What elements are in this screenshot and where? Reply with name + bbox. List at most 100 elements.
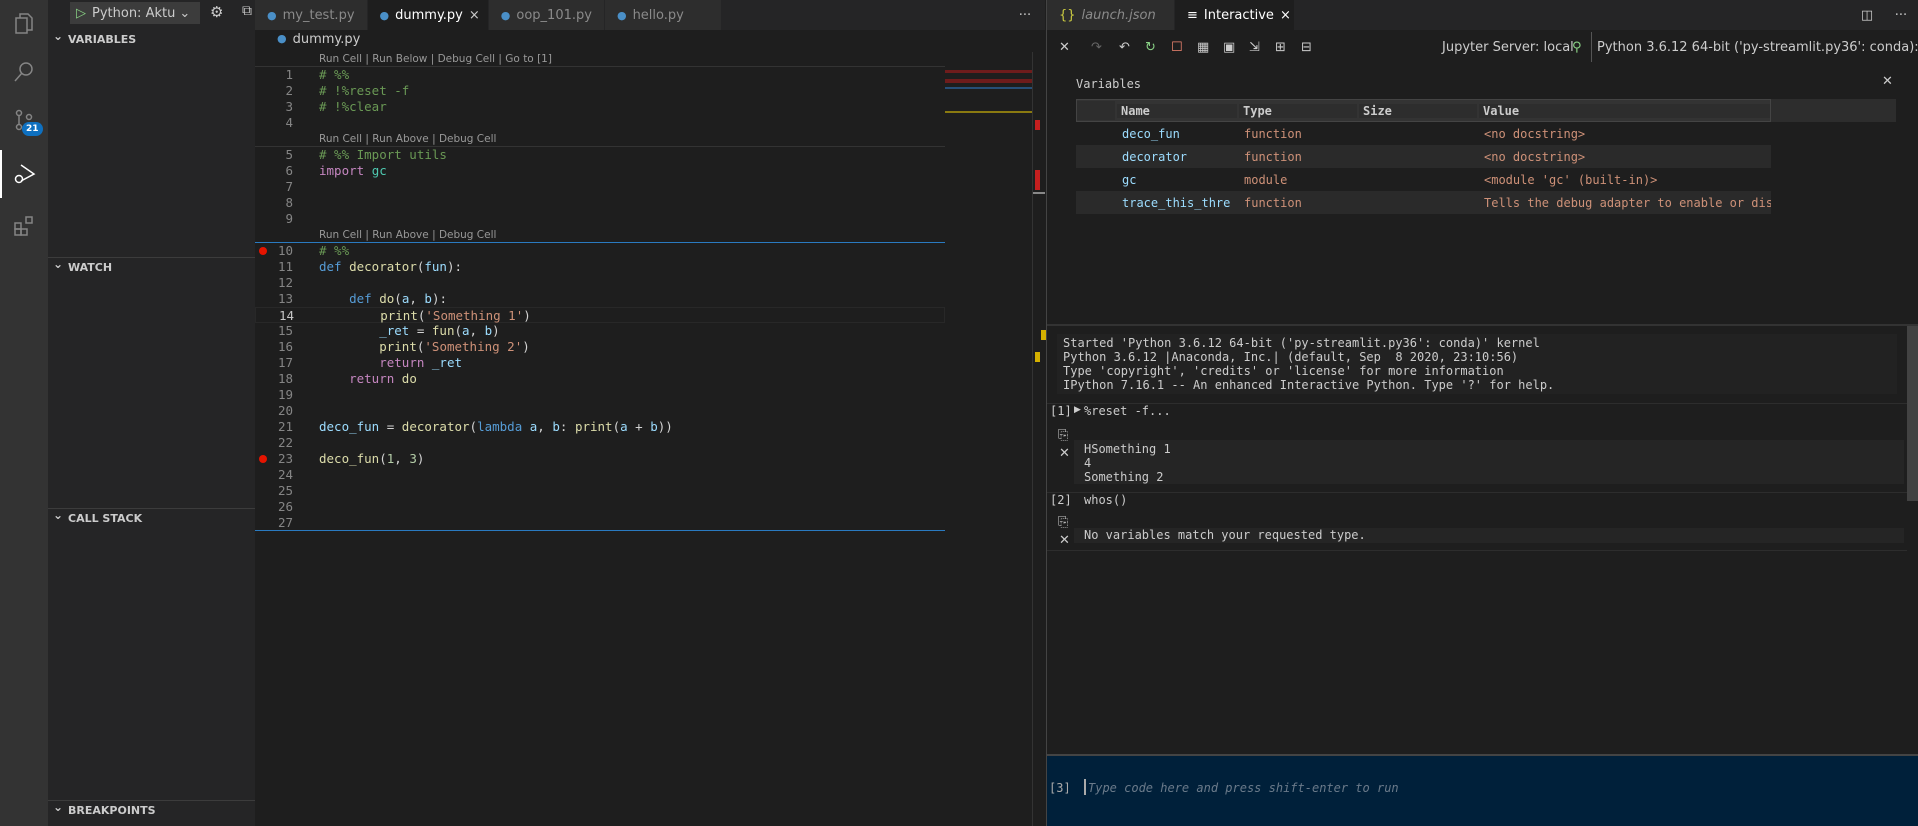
code-lens: Run Cell | Run Below | Debug Cell | Go t… (255, 51, 945, 67)
line-number: 9 (285, 211, 293, 226)
code-lens: Run Cell | Run Above | Debug Cell (255, 227, 945, 243)
code-line: 23 deco_fun(1, 3) (255, 451, 945, 467)
close-icon[interactable]: × (1280, 8, 1291, 23)
col-name[interactable]: Name (1117, 103, 1237, 118)
goto-code-icon[interactable]: ⎘ (1058, 428, 1068, 443)
code-token: do (401, 371, 417, 386)
cell-input: whos() (1084, 493, 1128, 507)
tab-dummy[interactable]: ● dummy.py × (367, 0, 489, 30)
tab-my-test[interactable]: ● my_test.py (255, 0, 368, 30)
col-type[interactable]: Type (1239, 103, 1357, 118)
code-token: _ret (431, 355, 463, 370)
code-token: print (574, 419, 613, 434)
redo-icon[interactable]: ↷ (1091, 40, 1102, 55)
variables-icon[interactable]: ▦ (1197, 40, 1209, 55)
var-name: deco_fun (1122, 126, 1180, 141)
source-control-icon[interactable]: 21 (0, 96, 48, 144)
code-token: , (409, 291, 425, 306)
line-number: 13 (277, 291, 293, 306)
code-token: def (349, 291, 372, 306)
code-token: return (379, 355, 425, 370)
code-token: fun (431, 323, 455, 338)
code-token: , (394, 451, 410, 466)
code-token: print (379, 339, 417, 354)
col-size[interactable]: Size (1359, 103, 1477, 118)
code-input-area[interactable]: [3] Type code here and press shift-enter… (1047, 756, 1918, 826)
extensions-icon[interactable] (0, 202, 48, 250)
tab-launch-json[interactable]: {} launch.json (1047, 0, 1175, 30)
collapse-all-icon[interactable]: ⊟ (1301, 40, 1312, 55)
split-editor-icon[interactable]: ◫ (1850, 0, 1884, 30)
interrupt-kernel-icon[interactable]: ☐ (1171, 40, 1183, 55)
close-variables-icon[interactable]: ✕ (1882, 74, 1893, 89)
var-name: decorator (1122, 149, 1188, 164)
editor-tabs: ● my_test.py ● dummy.py × ● oop_101.py ● hell… (255, 0, 1045, 30)
code-lens-actions[interactable]: Run Cell | Run Above | Debug Cell (319, 131, 496, 147)
kernel-status[interactable]: Python 3.6.12 64-bit ('py-streamlit.py36… (1597, 40, 1918, 55)
expand-icon[interactable]: ▶ (1074, 405, 1081, 415)
tab-oop-101[interactable]: ● oop_101.py (488, 0, 605, 30)
code-lens-actions[interactable]: Run Cell | Run Below | Debug Cell | Go t… (319, 51, 552, 67)
debug-console-icon[interactable]: ⧉ (242, 3, 252, 19)
goto-code-icon[interactable]: ⎘ (1058, 515, 1068, 530)
variable-row[interactable]: deco_fun function <no docstring> (1076, 122, 1771, 145)
save-icon[interactable]: ▣ (1223, 40, 1235, 55)
export-icon[interactable]: ⇲ (1249, 40, 1260, 55)
close-icon[interactable]: × (469, 8, 480, 23)
undo-icon[interactable]: ↶ (1119, 40, 1130, 55)
code-token: return (349, 371, 395, 386)
jupyter-server-label[interactable]: Jupyter Server: local (1442, 40, 1574, 55)
tab-hello[interactable]: ● hello.py (604, 0, 722, 30)
breadcrumb[interactable]: ● dummy.py (277, 32, 360, 47)
code-token: , (537, 419, 553, 434)
editor-scrollbar[interactable] (1032, 52, 1045, 826)
variable-row[interactable]: gc module <module 'gc' (built-in)> (1076, 168, 1771, 191)
code-line: 8 (255, 195, 945, 211)
run-debug-icon[interactable] (0, 150, 48, 198)
section-variables[interactable]: VARIABLES (48, 26, 255, 50)
code-token: print (380, 308, 418, 323)
code-input[interactable]: Type code here and press shift-enter to … (1088, 781, 1399, 795)
variable-row[interactable]: trace_this_thre function Tells the debug a… (1076, 191, 1771, 214)
code-text: deco_fun(1, 3) (319, 451, 424, 467)
code-token: b (650, 419, 658, 434)
col-value[interactable]: Value (1479, 103, 1770, 118)
tab-interactive[interactable]: ≡ Interactive × (1175, 0, 1295, 30)
section-breakpoints[interactable]: BREAKPOINTS (48, 797, 255, 820)
minimap[interactable] (945, 50, 1033, 130)
expand-all-icon[interactable]: ⊞ (1275, 40, 1286, 55)
clear-all-icon[interactable]: ✕ (1059, 40, 1070, 55)
section-call-stack[interactable]: CALL STACK (48, 505, 255, 528)
line-number: 4 (285, 115, 293, 130)
python-file-icon: ● (500, 8, 511, 22)
tab-label: my_test.py (282, 7, 355, 23)
start-debug-icon[interactable]: ▷ (76, 6, 86, 21)
search-icon[interactable] (0, 48, 48, 96)
variable-row[interactable]: decorator function <no docstring> (1076, 145, 1771, 168)
cell-output: No variables match your requested type. (1074, 528, 1904, 543)
section-watch[interactable]: WATCH (48, 254, 255, 277)
delete-cell-icon[interactable]: ✕ (1059, 446, 1070, 461)
code-line: 5 # %% Import utils (255, 147, 945, 163)
explorer-icon[interactable] (0, 0, 48, 48)
debug-config-label: Python: Aktu (92, 5, 176, 21)
delete-cell-icon[interactable]: ✕ (1059, 533, 1070, 548)
code-text: print('Something 2') (319, 339, 530, 355)
code-lens-actions[interactable]: Run Cell | Run Above | Debug Cell (319, 227, 496, 243)
more-actions-icon[interactable]: ··· (1884, 0, 1918, 30)
tab-label: oop_101.py (516, 7, 592, 23)
code-token: decorator (349, 259, 417, 274)
output-scrollbar[interactable] (1907, 326, 1918, 501)
code-token: import (319, 163, 365, 178)
code-line: 9 (255, 211, 945, 227)
gear-icon[interactable]: ⚙ (210, 3, 223, 21)
line-number: 17 (277, 355, 293, 370)
code-lines[interactable]: Run Cell | Run Below | Debug Cell | Go t… (255, 51, 955, 531)
python-file-icon: ● (267, 8, 277, 22)
tab-label: launch.json (1081, 7, 1156, 23)
debug-config-select[interactable]: ▷ Python: Aktu ⌄ (70, 2, 200, 24)
code-editor[interactable]: ● dummy.py Run Cell | Run Below | Debug C… (255, 30, 1045, 826)
more-actions-icon[interactable]: ··· (1005, 0, 1045, 30)
restart-kernel-icon[interactable]: ↻ (1145, 40, 1156, 55)
